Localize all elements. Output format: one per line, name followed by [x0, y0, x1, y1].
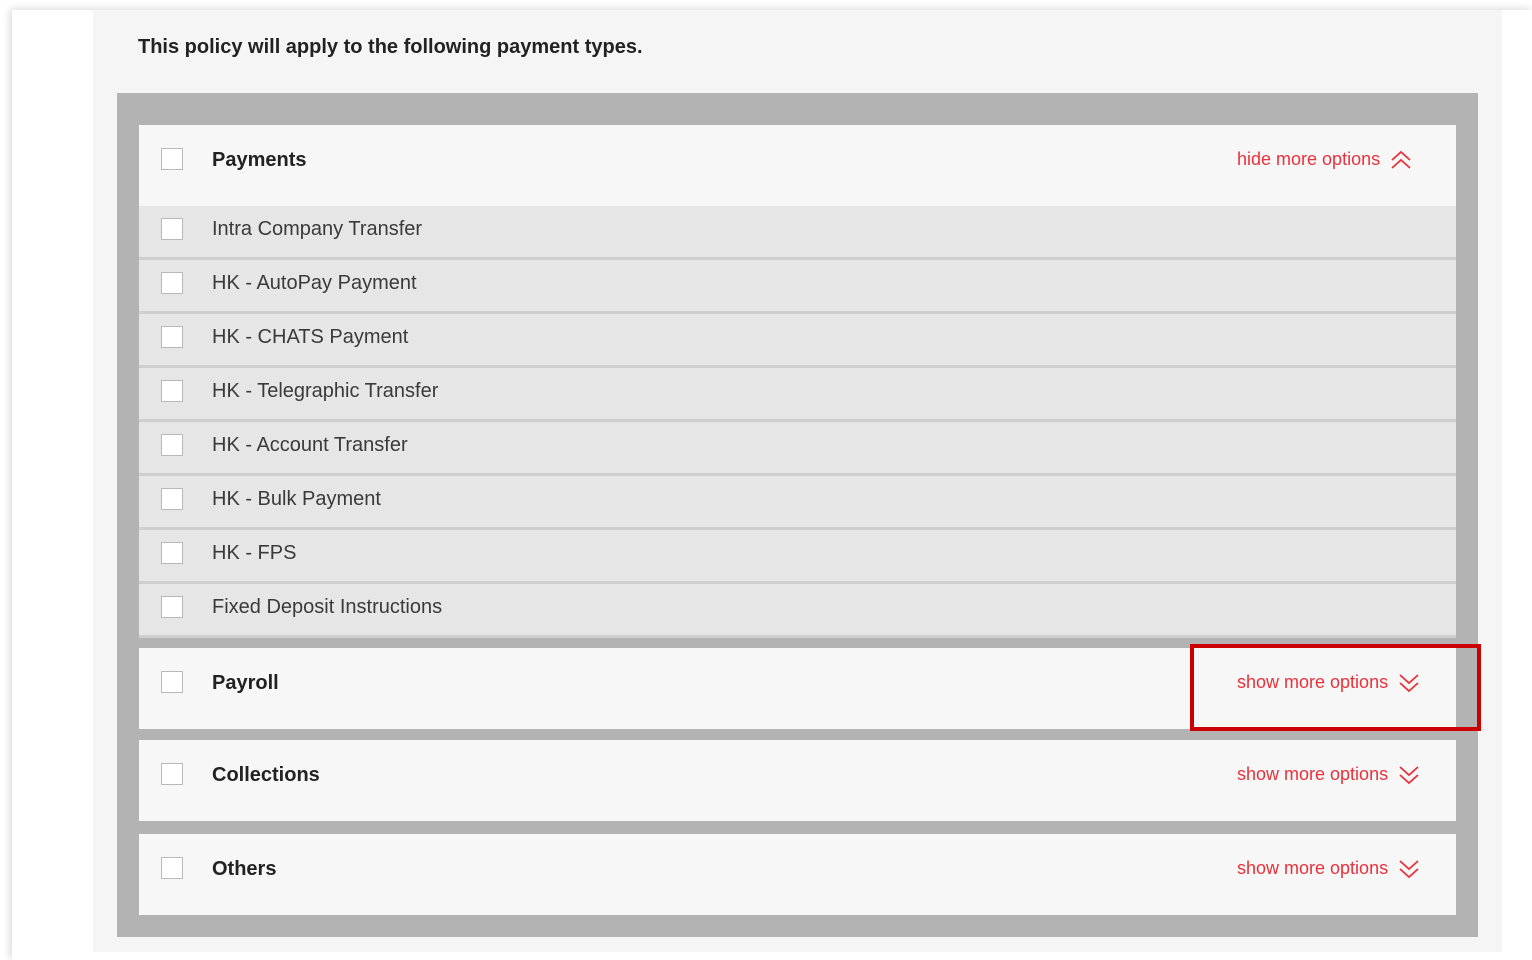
- category-label-payroll: Payroll: [212, 672, 279, 694]
- chevron-double-down-icon: [1399, 765, 1419, 784]
- category-card-payments: Payments hide more options Intra Company…: [139, 125, 1456, 638]
- show-more-options-toggle-collections[interactable]: show more options: [1237, 764, 1420, 785]
- sub-option-row: HK - Telegraphic Transfer: [139, 368, 1456, 422]
- toggle-label: show more options: [1237, 672, 1389, 692]
- sub-option-row: Intra Company Transfer: [139, 206, 1456, 260]
- sub-option-checkbox[interactable]: [161, 542, 183, 564]
- sub-option-checkbox[interactable]: [161, 380, 183, 402]
- hide-more-options-toggle[interactable]: hide more options: [1237, 149, 1412, 170]
- sub-option-row: HK - AutoPay Payment: [139, 260, 1456, 314]
- category-checkbox-payments[interactable]: [161, 148, 183, 170]
- sub-option-row: Fixed Deposit Instructions: [139, 584, 1456, 638]
- category-header-payments: Payments hide more options: [139, 125, 1456, 206]
- chevron-double-down-icon: [1399, 673, 1419, 692]
- category-checkbox-payroll[interactable]: [161, 671, 183, 693]
- show-more-options-toggle-others[interactable]: show more options: [1237, 858, 1420, 879]
- category-label-collections: Collections: [212, 764, 320, 786]
- sub-option-row: HK - Account Transfer: [139, 422, 1456, 476]
- toggle-label: show more options: [1237, 764, 1389, 784]
- category-checkbox-collections[interactable]: [161, 763, 183, 785]
- policy-intro-text: This policy will apply to the following …: [138, 36, 643, 58]
- sub-option-checkbox[interactable]: [161, 488, 183, 510]
- sub-option-row: HK - FPS: [139, 530, 1456, 584]
- chevron-double-down-icon: [1399, 859, 1419, 878]
- category-card-others: Others show more options: [139, 834, 1456, 915]
- sub-option-checkbox[interactable]: [161, 326, 183, 348]
- sub-option-row: HK - Bulk Payment: [139, 476, 1456, 530]
- sub-option-label: HK - Account Transfer: [212, 434, 408, 456]
- chevron-double-up-icon: [1391, 150, 1411, 169]
- sub-option-checkbox[interactable]: [161, 218, 183, 240]
- sub-option-label: HK - AutoPay Payment: [212, 272, 417, 294]
- sub-option-row: HK - CHATS Payment: [139, 314, 1456, 368]
- sub-option-label: HK - Bulk Payment: [212, 488, 381, 510]
- sub-option-label: HK - Telegraphic Transfer: [212, 380, 439, 402]
- sub-option-checkbox[interactable]: [161, 272, 183, 294]
- category-checkbox-others[interactable]: [161, 857, 183, 879]
- category-label-others: Others: [212, 858, 277, 880]
- sub-option-label: HK - CHATS Payment: [212, 326, 409, 348]
- sub-option-label: Intra Company Transfer: [212, 218, 423, 240]
- category-card-payroll: Payroll show more options: [139, 648, 1456, 729]
- sub-option-checkbox[interactable]: [161, 596, 183, 618]
- sub-option-checkbox[interactable]: [161, 434, 183, 456]
- show-more-options-toggle-payroll[interactable]: show more options: [1237, 672, 1420, 693]
- sub-option-label: Fixed Deposit Instructions: [212, 596, 443, 618]
- category-label-payments: Payments: [212, 149, 307, 171]
- sub-option-label: HK - FPS: [212, 542, 297, 564]
- toggle-label: hide more options: [1237, 149, 1381, 169]
- category-card-collections: Collections show more options: [139, 740, 1456, 821]
- toggle-label: show more options: [1237, 858, 1389, 878]
